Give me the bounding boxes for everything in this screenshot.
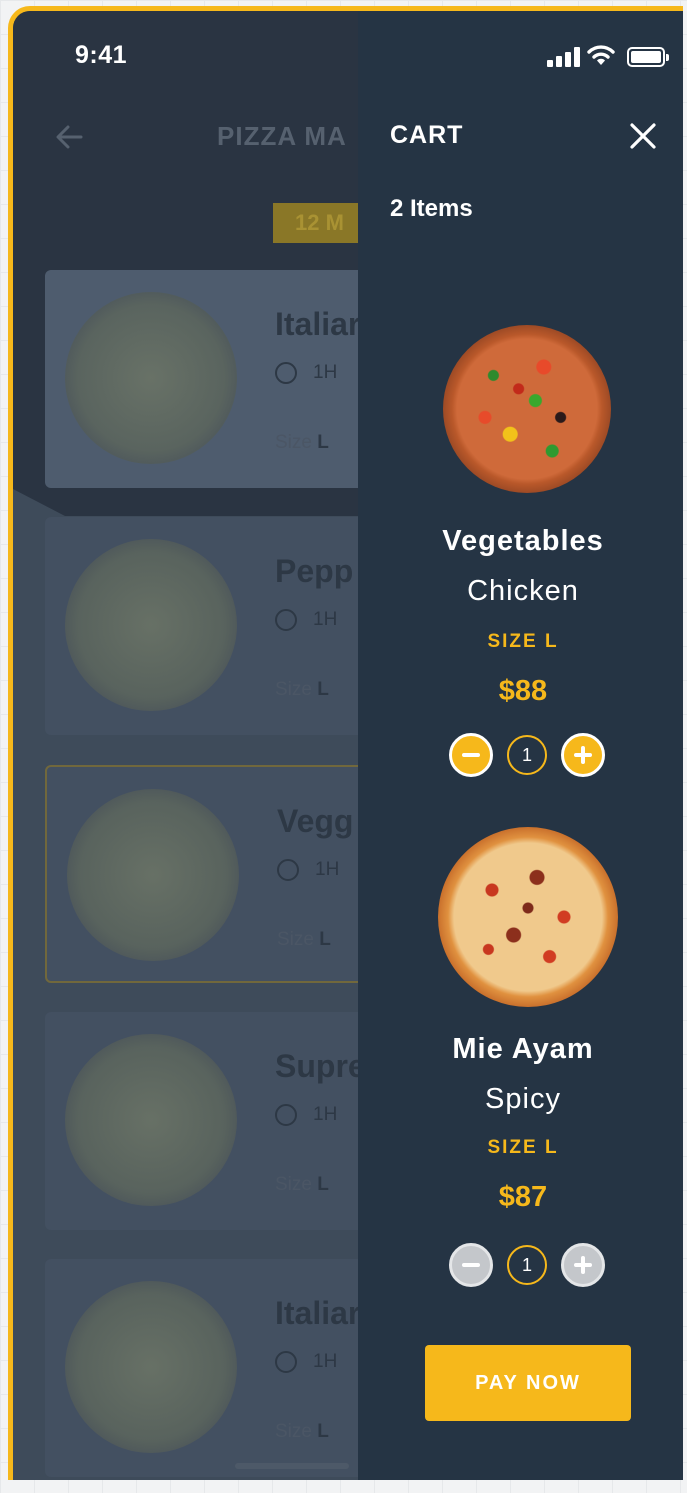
wifi-icon <box>587 45 615 65</box>
pizza-time: 1H <box>275 1104 337 1126</box>
pizza-image <box>443 325 611 493</box>
cart-title: CART <box>390 121 464 149</box>
item-price: $88 <box>498 675 548 707</box>
quantity-value: 1 <box>507 1245 547 1285</box>
back-arrow-icon[interactable] <box>53 121 85 153</box>
clock-icon <box>275 1351 297 1373</box>
pizza-time: 1H <box>275 609 337 631</box>
pizza-name: Supre <box>275 1048 366 1084</box>
page-title: PIZZA MA <box>217 121 347 151</box>
close-icon[interactable] <box>628 121 658 151</box>
pizza-size: Size L <box>275 679 329 700</box>
pizza-size: Size L <box>275 1174 329 1195</box>
item-name: Mie Ayam <box>452 1033 594 1065</box>
item-name: Vegetables <box>442 525 604 557</box>
pizza-time: 1H <box>277 859 339 881</box>
status-bar: 9:41 <box>13 11 683 101</box>
clock-icon <box>277 859 299 881</box>
quantity-stepper: 1 <box>449 1243 609 1287</box>
pizza-card[interactable]: Vegg 1H Size L <box>45 765 385 983</box>
pizza-card[interactable]: Italiar 1H Size L <box>45 270 385 488</box>
clock-icon <box>275 1104 297 1126</box>
pizza-card[interactable]: Pepp 1H Size L <box>45 517 385 735</box>
clock-icon <box>275 362 297 384</box>
cellular-signal-icon <box>547 47 581 67</box>
pizza-time: 1H <box>275 1351 337 1373</box>
decrease-quantity-button[interactable] <box>449 733 493 777</box>
pizza-image <box>65 539 237 711</box>
cart-item-count: 2 Items <box>390 195 473 222</box>
pizza-size: Size L <box>277 929 331 950</box>
pizza-time: 1H <box>275 362 337 384</box>
pizza-name: Italiar <box>275 1295 361 1331</box>
clock-icon <box>275 609 297 631</box>
pizza-image <box>67 789 239 961</box>
cart-drawer: CART 2 Items Vegetables Chicken SIZE L $… <box>358 11 683 1480</box>
pizza-name: Pepp <box>275 553 354 589</box>
pizza-image <box>65 1034 237 1206</box>
quantity-stepper: 1 <box>449 733 609 777</box>
pizza-card[interactable]: Supre 1H Size L <box>45 1012 385 1230</box>
pizza-image <box>65 1281 237 1453</box>
item-price: $87 <box>498 1181 548 1213</box>
item-size: SIZE L <box>487 1137 559 1158</box>
item-size: SIZE L <box>487 631 559 652</box>
pizza-name: Vegg <box>277 803 354 839</box>
increase-quantity-button[interactable] <box>561 1243 605 1287</box>
pizza-image <box>438 827 618 1007</box>
pizza-name: Italiar <box>275 306 361 342</box>
pizza-size: Size L <box>275 1421 329 1442</box>
item-variant: Chicken <box>467 575 579 607</box>
item-variant: Spicy <box>485 1083 561 1115</box>
phone-frame: 9:41 PIZZA MA 12 M Italiar 1H Size L Pep… <box>8 6 683 1480</box>
pizza-card[interactable]: Italiar 1H Size L <box>45 1259 385 1477</box>
pizza-size: Size L <box>275 432 329 453</box>
pizza-image <box>65 292 237 464</box>
increase-quantity-button[interactable] <box>561 733 605 777</box>
quantity-value: 1 <box>507 735 547 775</box>
home-indicator <box>235 1463 349 1469</box>
decrease-quantity-button[interactable] <box>449 1243 493 1287</box>
pay-now-button[interactable]: PAY NOW <box>425 1345 631 1421</box>
battery-icon <box>627 47 669 67</box>
status-time: 9:41 <box>75 41 128 69</box>
